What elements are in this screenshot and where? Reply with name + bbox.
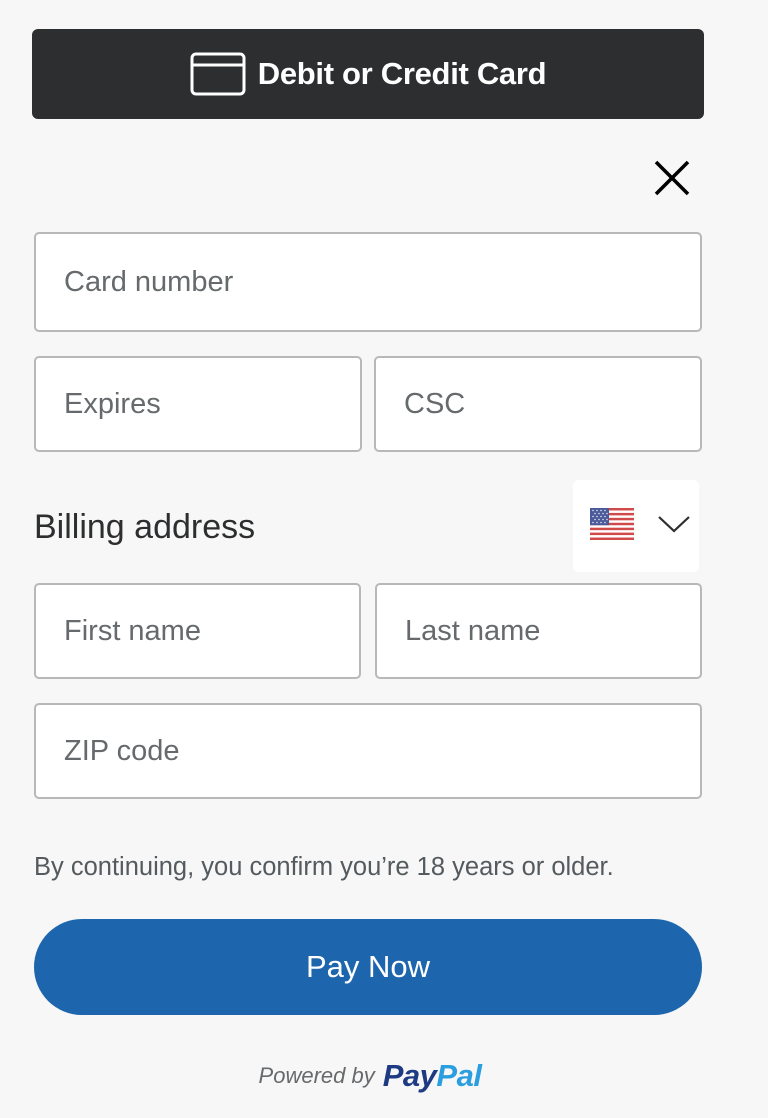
csc-field xyxy=(374,356,702,452)
card-button-label: Debit or Credit Card xyxy=(257,56,547,91)
country-select[interactable] xyxy=(573,480,699,572)
credit-card-icon xyxy=(190,52,246,96)
close-icon[interactable] xyxy=(650,156,694,200)
csc-input[interactable] xyxy=(376,358,700,450)
chevron-down-icon xyxy=(657,514,691,539)
us-flag-icon xyxy=(590,507,634,545)
pay-now-button[interactable]: Pay Now xyxy=(34,919,702,1015)
expires-input[interactable] xyxy=(36,358,360,450)
card-number-input[interactable] xyxy=(36,234,700,330)
paypal-logo: PayPal xyxy=(383,1058,482,1094)
powered-by-text: Powered by xyxy=(258,1063,375,1088)
last-name-field xyxy=(375,583,702,679)
last-name-input[interactable] xyxy=(377,585,700,677)
expires-field xyxy=(34,356,362,452)
age-disclaimer: By continuing, you confirm you’re 18 yea… xyxy=(34,853,614,881)
zip-code-input[interactable] xyxy=(36,705,700,797)
first-name-input[interactable] xyxy=(36,585,359,677)
debit-credit-card-button[interactable]: Debit or Credit Card xyxy=(32,29,704,119)
zip-code-field xyxy=(34,703,702,799)
paypal-logo-pay: Pay xyxy=(382,1058,437,1093)
first-name-field xyxy=(34,583,361,679)
card-number-field xyxy=(34,232,702,332)
checkout-page: Debit or Credit Card Billing address xyxy=(0,0,768,1118)
powered-by-footer: Powered by PayPal xyxy=(0,1058,740,1094)
paypal-logo-pal: Pal xyxy=(436,1058,482,1093)
billing-address-heading: Billing address xyxy=(34,508,256,546)
